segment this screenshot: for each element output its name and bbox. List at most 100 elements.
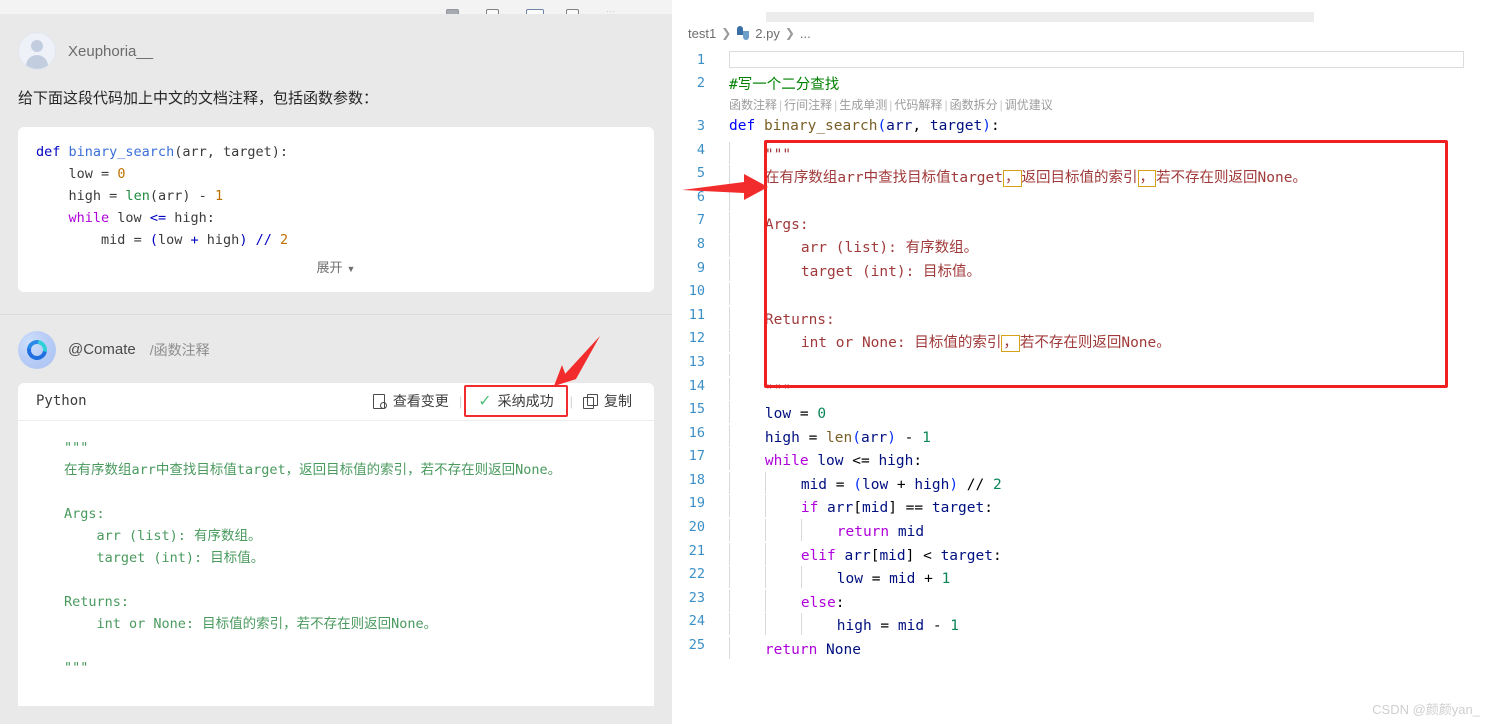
- line-number: 25: [688, 637, 705, 654]
- line-number: 6: [696, 188, 705, 205]
- copy-button[interactable]: 复制: [575, 388, 640, 414]
- codelens-sep-4: |: [999, 98, 1003, 113]
- line-18-code[interactable]: mid = (low + high) // 2: [717, 467, 1494, 494]
- csdn-watermark: CSDN @颜颜yan_: [1372, 702, 1480, 717]
- line-17-code[interactable]: while low <= high:: [717, 443, 1494, 471]
- line-3-code[interactable]: def binary_search(arr, target):: [717, 118, 1494, 134]
- breadcrumb-project[interactable]: test1: [688, 26, 716, 41]
- line-number: 7: [696, 212, 705, 229]
- toolbar-icon-4[interactable]: [566, 4, 580, 14]
- result-docstring-body: """ 在有序数组arr中查找目标值target，返回目标值的索引，若不存在则返…: [18, 420, 654, 706]
- line-12-code[interactable]: int or None: 目标值的索引，若不存在则返回None。: [717, 325, 1494, 352]
- codelens-sep-3: |: [944, 98, 948, 113]
- editor-line-1: 1: [672, 48, 1494, 72]
- editor-line-14: 14 """: [672, 373, 1494, 400]
- breadcrumb-file[interactable]: 2.py: [755, 26, 780, 41]
- editor-line-13: 13: [672, 349, 1494, 376]
- line-9-code[interactable]: target (int): 目标值。: [717, 254, 1494, 282]
- line-number: 8: [696, 235, 705, 252]
- language-label: Python: [36, 393, 87, 409]
- bot-command: /函数注释: [149, 341, 210, 358]
- copy-label: 复制: [604, 393, 632, 409]
- breadcrumb: test1 ❯ 2.py ❯ ...: [672, 22, 1494, 44]
- adopt-success-button[interactable]: ✓ 采纳成功: [470, 388, 561, 414]
- bot-message: @Comate /函数注释 Python 查看变更 | ✓ 采纳成功 | 复制 …: [0, 315, 672, 706]
- expand-code-button[interactable]: 展开 ▼: [36, 251, 636, 282]
- line-number: 21: [688, 542, 705, 559]
- codelens-item-4[interactable]: 函数拆分: [950, 98, 998, 112]
- editor-line-21: 21 elif arr[mid] < target:: [672, 538, 1494, 565]
- editor-line-23: 23 else:: [672, 585, 1494, 612]
- line-6-code[interactable]: [717, 184, 1494, 211]
- user-code-block: def binary_search(arr, target): low = 0 …: [36, 143, 289, 248]
- view-changes-label: 查看变更: [392, 393, 449, 409]
- toolbar-icon-3[interactable]: [526, 4, 545, 14]
- line-16-code[interactable]: high = len(arr) - 1: [717, 420, 1494, 447]
- codelens-item-0[interactable]: 函数注释: [729, 98, 777, 112]
- editor-line-16: 16 high = len(arr) - 1: [672, 420, 1494, 447]
- codelens-item-3[interactable]: 代码解释: [894, 98, 942, 112]
- editor-line-2: 2 #写一个二分查找: [672, 72, 1494, 96]
- line-20-code[interactable]: return mid: [717, 514, 1494, 542]
- line-2-comment[interactable]: #写一个二分查找: [717, 73, 1494, 94]
- codelens-items: 函数注释 | 行间注释 | 生成单测 | 代码解释 | 函数拆分 | 调优建议: [717, 96, 1494, 113]
- generated-docstring: """ 在有序数组arr中查找目标值target，返回目标值的索引，若不存在则返…: [64, 439, 562, 676]
- comate-logo-icon: [18, 330, 56, 369]
- editor-tabstrip: [672, 0, 1494, 22]
- view-changes-button[interactable]: 查看变更: [364, 388, 457, 414]
- chevron-right-icon-2: ❯: [784, 26, 795, 40]
- chevron-right-icon-1: ❯: [721, 26, 732, 40]
- editor-line-9: 9 target (int): 目标值。: [672, 254, 1494, 282]
- line-24-code[interactable]: high = mid - 1: [717, 608, 1494, 636]
- codelens-item-1[interactable]: 行间注释: [784, 98, 832, 112]
- app-root: ... Xeuphoria__ 给下面这段代码加上中文的文档注释，包括函数参数：…: [0, 0, 1494, 724]
- tab-partial[interactable]: [688, 11, 748, 22]
- user-code-card: def binary_search(arr, target): low = 0 …: [18, 126, 654, 292]
- line-number: 24: [688, 613, 705, 630]
- line-4-code[interactable]: """: [717, 137, 1494, 164]
- line-23-code[interactable]: else:: [717, 585, 1494, 612]
- expand-code-label: 展开: [316, 259, 343, 275]
- editor-line-3: 3 def binary_search(arr, target):: [672, 114, 1494, 138]
- line-19-code[interactable]: if arr[mid] == target:: [717, 490, 1494, 518]
- toolbar-overflow-label[interactable]: ...: [606, 5, 616, 14]
- line-1-code[interactable]: [717, 51, 1494, 69]
- line-14-code[interactable]: """: [717, 373, 1494, 400]
- chevron-down-icon: ▼: [346, 263, 356, 274]
- editor-line-24: 24 high = mid - 1: [672, 608, 1494, 636]
- line-number: 20: [688, 519, 705, 536]
- comate-chat-panel: ... Xeuphoria__ 给下面这段代码加上中文的文档注释，包括函数参数：…: [0, 0, 672, 724]
- bot-result-card: Python 查看变更 | ✓ 采纳成功 | 复制 """ 在有序数组arr中查…: [18, 382, 654, 706]
- line-21-code[interactable]: elif arr[mid] < target:: [717, 538, 1494, 565]
- result-card-header: Python 查看变更 | ✓ 采纳成功 | 复制: [18, 383, 654, 421]
- toolbar-icon-2[interactable]: [486, 4, 500, 14]
- line-10-code[interactable]: [717, 278, 1494, 306]
- editor-line-22: 22 low = mid + 1: [672, 561, 1494, 589]
- codelens-item-5[interactable]: 调优建议: [1005, 98, 1053, 112]
- line-13-code[interactable]: [717, 349, 1494, 376]
- line-number: 3: [696, 117, 705, 134]
- adopt-button-highlight-box: ✓ 采纳成功: [464, 385, 568, 417]
- bot-name: @Comate: [68, 341, 136, 358]
- editor-line-7: 7 Args:: [672, 207, 1494, 235]
- line-22-code[interactable]: low = mid + 1: [717, 561, 1494, 589]
- editor-content[interactable]: 1 2 #写一个二分查找 函数注释 | 行间注释 | 生成单测 | 代码解释 | 函数拆分 | 调优…: [672, 44, 1494, 660]
- codelens-item-2[interactable]: 生成单测: [839, 98, 887, 112]
- editor-line-25: 25 return None: [672, 632, 1494, 660]
- toolbar-icon-1[interactable]: [446, 4, 460, 14]
- line-number: 1: [696, 51, 705, 68]
- line-15-code[interactable]: low = 0: [717, 396, 1494, 424]
- tab-active-stub[interactable]: [766, 12, 1314, 22]
- check-icon: ✓: [478, 393, 492, 410]
- copy-icon: [583, 393, 598, 409]
- line-11-code[interactable]: Returns:: [717, 302, 1494, 329]
- line-25-code[interactable]: return None: [717, 632, 1494, 660]
- breadcrumb-more[interactable]: ...: [800, 26, 811, 41]
- line-number: 4: [696, 141, 705, 158]
- line-7-code[interactable]: Args:: [717, 207, 1494, 235]
- line-number: 14: [688, 377, 705, 394]
- line-number: 18: [688, 471, 705, 488]
- editor-line-6: 6: [672, 184, 1494, 211]
- line-5-code[interactable]: 在有序数组arr中查找目标值target，返回目标值的索引，若不存在则返回Non…: [717, 160, 1494, 187]
- adopt-success-label: 采纳成功: [497, 393, 554, 409]
